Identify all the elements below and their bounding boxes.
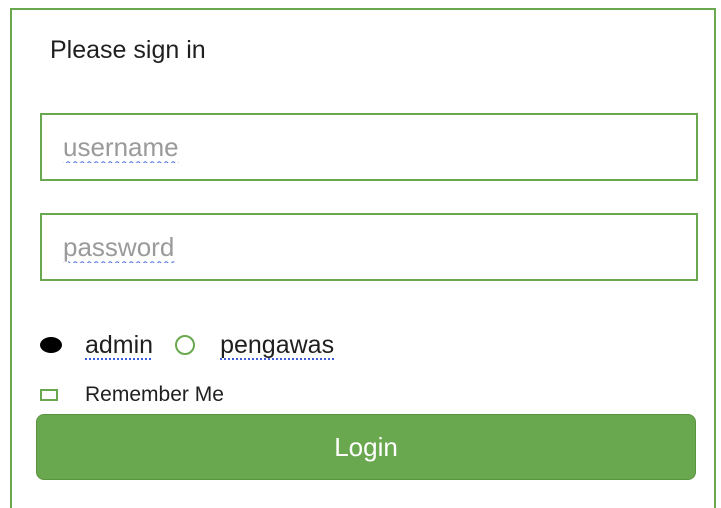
radio-unchecked-icon[interactable] [175, 335, 196, 355]
remember-me-label: Remember Me [85, 383, 224, 406]
role-option-pengawas[interactable]: pengawas [175, 329, 334, 361]
radio-checked-icon[interactable] [40, 337, 62, 353]
role-radio-group: admin pengawas [40, 328, 334, 362]
role-option-label: admin [85, 331, 154, 359]
username-input[interactable] [40, 113, 698, 181]
role-option-admin[interactable]: admin [40, 329, 153, 361]
role-option-label: pengawas [220, 331, 335, 359]
form-title: Please sign in [50, 36, 206, 64]
login-button[interactable]: Login [36, 414, 696, 480]
checkbox-icon[interactable] [40, 389, 58, 401]
remember-me-checkbox[interactable]: Remember Me [40, 382, 224, 408]
password-input[interactable] [40, 213, 698, 281]
